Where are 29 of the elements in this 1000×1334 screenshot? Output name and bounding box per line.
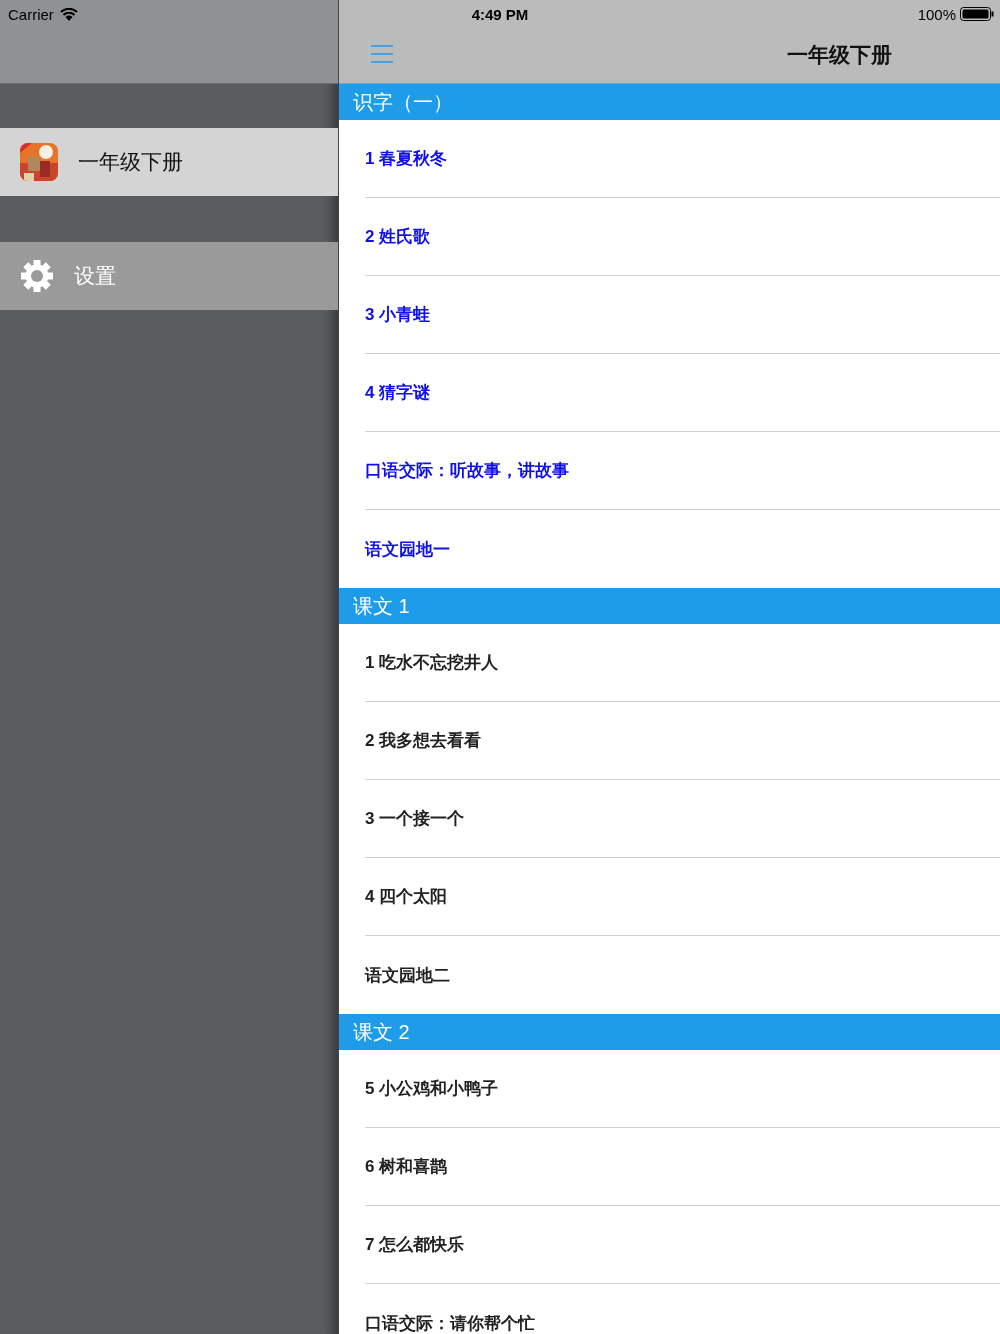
lesson-item[interactable]: 口语交际：听故事，讲故事 (365, 459, 569, 482)
lesson-item[interactable]: 语文园地二 (365, 963, 450, 987)
lesson-item[interactable]: 5 小公鸡和小鸭子 (365, 1077, 499, 1100)
lesson-item[interactable]: 口语交际：请你帮个忙 (365, 1311, 535, 1334)
section-header: 识字（一） (339, 84, 1000, 120)
settings-icon (20, 259, 54, 293)
lesson-item[interactable]: 6 树和喜鹊 (365, 1155, 448, 1178)
carrier-label: Carrier (8, 5, 54, 23)
wifi-icon (59, 7, 78, 21)
lesson-item[interactable]: 4 四个太阳 (365, 885, 448, 908)
lesson-item[interactable]: 语文园地一 (365, 537, 450, 561)
lesson-item[interactable]: 2 姓氏歌 (365, 225, 431, 248)
sidebar-label: 设置 (74, 263, 116, 289)
lesson-item[interactable]: 1 春夏秋冬 (365, 147, 448, 170)
lesson-item[interactable]: 3 一个接一个 (365, 807, 465, 830)
section-header: 课文 1 (339, 588, 1000, 624)
lesson-item[interactable]: 1 吃水不忘挖井人 (365, 651, 499, 674)
lesson-item[interactable]: 7 怎么都快乐 (365, 1233, 465, 1256)
sidebar-item[interactable]: 一年级下册 (0, 128, 338, 196)
lesson-item[interactable]: 2 我多想去看看 (365, 729, 482, 752)
battery-icon (960, 7, 994, 21)
status-time: 4:49 PM (471, 5, 529, 23)
lesson-item[interactable]: 4 猜字谜 (365, 381, 431, 404)
lesson-item[interactable]: 3 小青蛙 (365, 303, 431, 326)
menu-icon[interactable] (371, 45, 393, 63)
section-header: 课文 2 (339, 1014, 1000, 1050)
sidebar-label: 一年级下册 (78, 149, 183, 175)
battery-percent: 100% (917, 5, 956, 23)
nav-title: 一年级下册 (786, 41, 892, 68)
